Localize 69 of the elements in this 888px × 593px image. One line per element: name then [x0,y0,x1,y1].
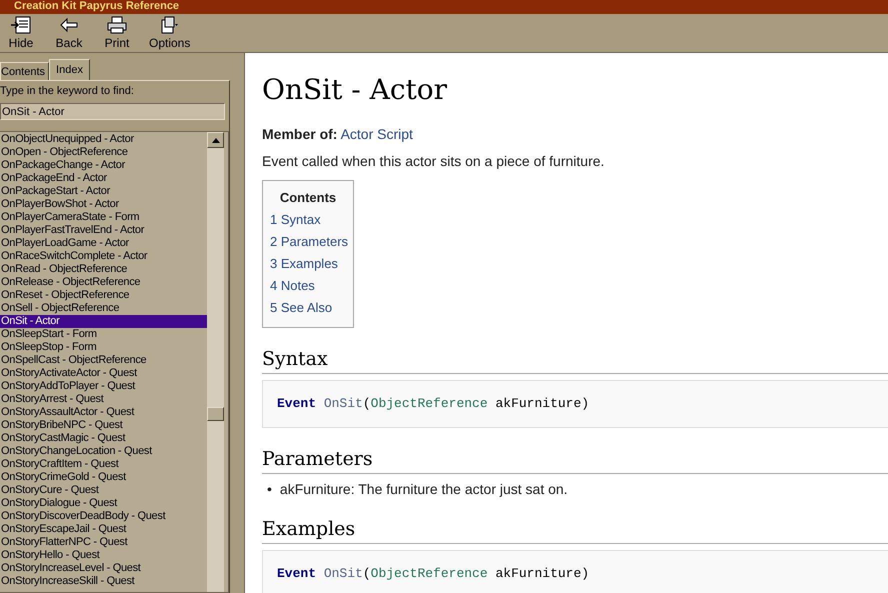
index-item[interactable]: OnStoryBribeNPC - Quest [0,419,207,432]
section-heading: Syntax [262,347,888,374]
back-arrow-icon [58,16,80,34]
index-item[interactable]: OnStoryFlatterNPC - Quest [0,536,207,549]
scrollbar[interactable] [207,132,224,592]
printer-icon [106,16,128,34]
index-item[interactable]: OnRead - ObjectReference [0,263,207,276]
index-item[interactable]: OnRaceSwitchComplete - Actor [0,250,207,263]
contents-link[interactable]: 1 Syntax [270,209,321,231]
index-item[interactable]: OnStoryCure - Quest [0,484,207,497]
index-item[interactable]: OnPackageStart - Actor [0,185,207,198]
section-heading: Examples [262,517,888,544]
index-item[interactable]: OnStoryCraftItem - Quest [0,458,207,471]
options-icon [158,16,181,34]
tab[interactable]: Index [49,59,90,80]
index-item[interactable]: OnObjectUnequipped - Actor [0,133,207,146]
index-item[interactable]: OnPlayerLoadGame - Actor [0,237,207,250]
index-item[interactable]: OnStoryAddToPlayer - Quest [0,380,207,393]
index-item[interactable]: OnStoryCastMagic - Quest [0,432,207,445]
index-item[interactable]: OnStoryCrimeGold - Quest [0,471,207,484]
scroll-thumb[interactable] [207,407,224,421]
index-item[interactable]: OnPlayerFastTravelEnd - Actor [0,224,207,237]
index-item[interactable]: OnOpen - ObjectReference [0,146,207,159]
back-button[interactable]: Back [49,14,89,52]
code-block: Event OnSit(ObjectReference akFurniture) [262,380,888,428]
hide-button[interactable]: Hide [1,14,41,52]
keyword-field[interactable]: OnSit - Actor [0,103,225,120]
index-item[interactable]: OnSleepStop - Form [0,341,207,354]
index-item[interactable]: OnStoryChangeLocation - Quest [0,445,207,458]
index-item[interactable]: OnStoryHello - Quest [0,549,207,562]
index-item[interactable]: OnPackageChange - Actor [0,159,207,172]
window-title: Creation Kit Papyrus Reference [14,0,180,13]
index-item[interactable]: OnRelease - ObjectReference [0,276,207,289]
up-arrow-icon [212,138,220,142]
index-item[interactable]: OnStoryEscapeJail - Quest [0,523,207,536]
bullet: • [267,480,272,498]
pane-icon [10,16,32,34]
contents-link[interactable]: 2 Parameters [270,231,348,253]
index-item[interactable]: OnPackageEnd - Actor [0,172,207,185]
index-item[interactable]: OnPlayerBowShot - Actor [0,198,207,211]
index-item[interactable]: OnSit - Actor [0,315,207,328]
index-item[interactable]: OnPlayerCameraState - Form [0,211,207,224]
index-item[interactable]: OnSleepStart - Form [0,328,207,341]
index-item[interactable]: OnSell - ObjectReference [0,302,207,315]
index-item[interactable]: OnSpellCast - ObjectReference [0,354,207,367]
contents-link[interactable]: 5 See Also [270,297,332,319]
index-item[interactable]: OnReset - ObjectReference [0,289,207,302]
scroll-up-button[interactable] [207,132,224,148]
section-heading: Parameters [262,447,888,474]
index-item[interactable]: OnStoryArrest - Quest [0,393,207,406]
keyword-prompt: Type in the keyword to find: [0,85,135,99]
code-block: Event OnSit(ObjectReference akFurniture) [262,550,888,593]
member-label: Member of: [262,126,338,142]
print-button[interactable]: Print [97,14,137,52]
description: Event called when this actor sits on a piece of furniture. [262,152,604,170]
tab[interactable]: Contents [0,62,50,80]
contents-title: Contents [278,190,338,205]
contents-link[interactable]: 4 Notes [270,275,315,297]
contents-link[interactable]: 3 Examples [270,253,338,275]
index-item[interactable]: OnStoryActivateActor - Quest [0,367,207,380]
member-link[interactable]: Actor Script [340,126,413,142]
page-title: OnSit - Actor [262,73,448,107]
parameter-item: akFurniture: The furniture the actor just sat on. [280,480,568,498]
index-item[interactable]: OnStoryDiscoverDeadBody - Quest [0,510,207,523]
index-item[interactable]: OnStoryDialogue - Quest [0,497,207,510]
index-item[interactable]: OnStoryIncreaseSkill - Quest [0,575,207,588]
index-item[interactable]: OnStoryIncreaseLevel - Quest [0,562,207,575]
index-item[interactable]: OnStoryAssaultActor - Quest [0,406,207,419]
options-button[interactable]: Options [145,14,194,52]
